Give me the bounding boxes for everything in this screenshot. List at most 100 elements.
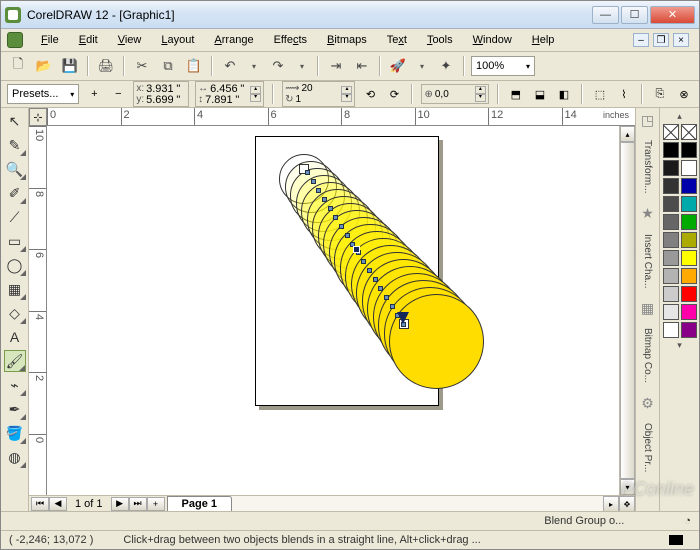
menu-window[interactable]: Window <box>465 32 520 48</box>
copy-blend-button[interactable]: ⎘ <box>651 84 669 104</box>
interactive-blend-tool[interactable]: 🖌 <box>4 350 26 372</box>
height-input[interactable]: 7.891 " <box>203 94 245 106</box>
docker-icon-star[interactable]: ★ <box>640 206 656 222</box>
shape-tool[interactable]: ✎ <box>4 134 26 156</box>
scroll-down-button[interactable]: ▾ <box>620 479 635 495</box>
last-page-button[interactable]: ⏭ <box>129 497 147 511</box>
object-accel-button[interactable]: ⬒ <box>507 84 525 104</box>
new-button[interactable]: 🗋 <box>7 55 29 77</box>
blend-direction-button[interactable]: ⟲ <box>361 84 379 104</box>
smart-draw-tool[interactable]: ⟋ <box>4 206 26 228</box>
vertical-scrollbar[interactable]: ▴ ▾ <box>619 126 635 495</box>
docker-insert[interactable]: Insert Cha... <box>640 230 655 292</box>
clear-blend-button[interactable]: ⊗ <box>675 84 693 104</box>
gray-swatch[interactable] <box>663 232 679 248</box>
doc-minimize-button[interactable]: – <box>633 33 649 47</box>
color-swatch[interactable] <box>681 196 697 212</box>
import-button[interactable]: ⇥ <box>325 55 347 77</box>
gray-swatch[interactable] <box>663 142 679 158</box>
menu-view[interactable]: View <box>110 32 150 48</box>
menu-file[interactable]: File <box>33 32 67 48</box>
y-position-input[interactable]: 5.699 " <box>144 94 186 106</box>
maximize-button[interactable]: ☐ <box>621 6 648 24</box>
preset-add-button[interactable]: + <box>85 84 103 104</box>
gray-swatch[interactable] <box>663 268 679 284</box>
color-swatch[interactable] <box>681 178 697 194</box>
doc-restore-button[interactable]: ❐ <box>653 33 669 47</box>
color-swatch[interactable] <box>681 268 697 284</box>
ellipse-tool[interactable]: ◯ <box>4 254 26 276</box>
menu-help[interactable]: Help <box>524 32 563 48</box>
first-page-button[interactable]: ⏮ <box>31 497 49 511</box>
prev-page-button[interactable]: ◀ <box>49 497 67 511</box>
zoom-level-select[interactable]: 100%▾ <box>471 56 535 76</box>
docker-icon-bitmap[interactable]: ▦ <box>640 300 656 316</box>
export-button[interactable]: ⇤ <box>351 55 373 77</box>
menu-text[interactable]: Text <box>379 32 415 48</box>
blend-artwork[interactable] <box>279 154 469 379</box>
undo-dropdown[interactable]: ▾ <box>245 62 263 71</box>
redo-dropdown[interactable]: ▾ <box>293 62 311 71</box>
undo-button[interactable]: ↶ <box>219 55 241 77</box>
loop-blend-button[interactable]: ⟳ <box>385 84 403 104</box>
palette-down-button[interactable]: ▾ <box>676 339 683 352</box>
ruler-origin[interactable]: ⊹ <box>29 108 47 126</box>
canvas[interactable] <box>47 126 619 495</box>
blend-spacing-input[interactable]: 1 <box>294 94 336 105</box>
close-button[interactable]: ✕ <box>650 6 695 24</box>
interactive-fill-tool[interactable]: ◍ <box>4 446 26 468</box>
eyedropper-tool[interactable]: ⌁ <box>4 374 26 396</box>
app-launcher-dropdown[interactable]: ▾ <box>413 62 431 71</box>
doc-close-button[interactable]: × <box>673 33 689 47</box>
color-swatch[interactable] <box>681 286 697 302</box>
redo-button[interactable]: ↷ <box>267 55 289 77</box>
freehand-tool[interactable]: ✐ <box>4 182 26 204</box>
gray-swatch[interactable] <box>663 322 679 338</box>
fill-tool[interactable]: 🪣 <box>4 422 26 444</box>
scroll-right-button[interactable]: ▸ <box>603 496 619 511</box>
docker-icon-a[interactable]: ◳ <box>640 112 656 128</box>
page-tab[interactable]: Page 1 <box>167 496 232 511</box>
menu-effects[interactable]: Effects <box>266 32 315 48</box>
horizontal-scrollbar[interactable] <box>232 496 603 511</box>
menu-tools[interactable]: Tools <box>419 32 461 48</box>
outline-tool[interactable]: ✒ <box>4 398 26 420</box>
no-fill-swatch-2[interactable] <box>681 124 697 140</box>
cut-button[interactable]: ✂ <box>131 55 153 77</box>
horizontal-ruler[interactable]: 02468101214 inches <box>47 108 635 126</box>
gray-swatch[interactable] <box>663 178 679 194</box>
color-swatch[interactable] <box>681 214 697 230</box>
accel-sizing-button[interactable]: ◧ <box>555 84 573 104</box>
vertical-ruler[interactable]: 1086420 <box>29 126 47 495</box>
menu-bitmaps[interactable]: Bitmaps <box>319 32 375 48</box>
corel-online-button[interactable]: ✦ <box>435 55 457 77</box>
app-launcher-button[interactable]: 🚀 <box>387 55 409 77</box>
minimize-button[interactable]: — <box>592 6 619 24</box>
accel-input[interactable]: 0,0 <box>433 89 475 100</box>
color-swatch[interactable] <box>681 250 697 266</box>
scroll-up-button[interactable]: ▴ <box>620 126 635 142</box>
gray-swatch[interactable] <box>663 286 679 302</box>
docker-transform[interactable]: Transform... <box>640 136 655 198</box>
color-swatch[interactable] <box>681 322 697 338</box>
gray-swatch[interactable] <box>663 304 679 320</box>
palette-up-button[interactable]: ▴ <box>676 110 683 123</box>
presets-select[interactable]: Presets...▾ <box>7 84 79 104</box>
color-swatch[interactable] <box>681 304 697 320</box>
next-page-button[interactable]: ▶ <box>111 497 129 511</box>
open-button[interactable]: 📂 <box>33 55 55 77</box>
preset-delete-button[interactable]: − <box>109 84 127 104</box>
basic-shapes-tool[interactable]: ◇ <box>4 302 26 324</box>
no-fill-swatch[interactable] <box>663 124 679 140</box>
menu-arrange[interactable]: Arrange <box>206 32 261 48</box>
text-tool[interactable]: A <box>4 326 26 348</box>
copy-button[interactable]: ⧉ <box>157 55 179 77</box>
menu-edit[interactable]: Edit <box>71 32 106 48</box>
gray-swatch[interactable] <box>663 160 679 176</box>
color-swatch[interactable] <box>681 160 697 176</box>
color-swatch[interactable] <box>681 142 697 158</box>
path-props-button[interactable]: ⌇ <box>615 84 633 104</box>
save-button[interactable]: 💾 <box>59 55 81 77</box>
blend-steps-input[interactable]: 20 <box>299 83 341 94</box>
pick-tool[interactable]: ↖ <box>4 110 26 132</box>
